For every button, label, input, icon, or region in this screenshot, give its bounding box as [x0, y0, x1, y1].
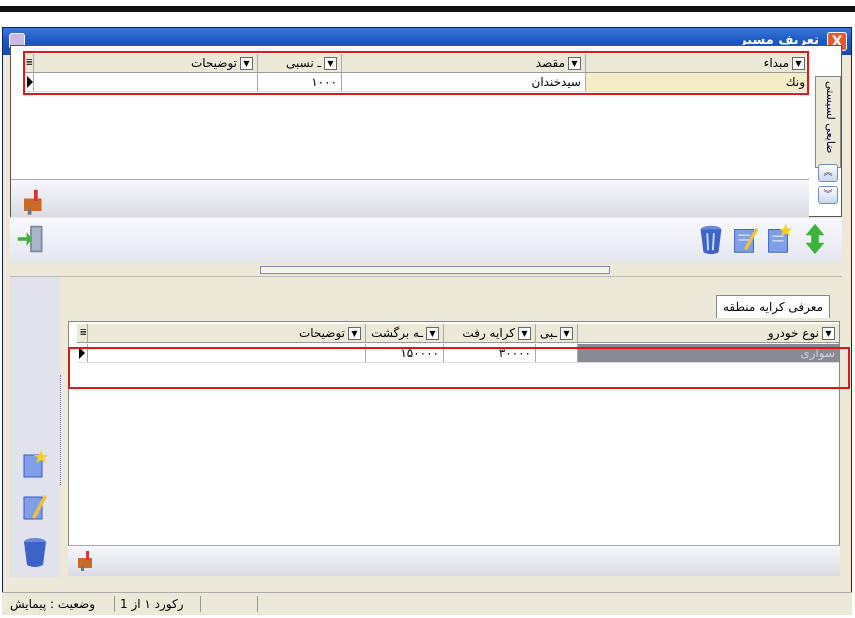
exit-icon[interactable] [16, 222, 46, 256]
dropdown-arrow-icon[interactable]: ▼ [426, 327, 439, 340]
col-vehicle-type[interactable]: ▼نوع خودرو [577, 324, 839, 342]
tab-regional-fare[interactable]: معرفی کرایه منطقه [715, 295, 830, 318]
grid-menu-icon[interactable]: ≣ [77, 324, 87, 342]
mailbox-icon[interactable] [74, 548, 98, 572]
top-border [0, 6, 855, 12]
fares-toolbar [68, 545, 840, 576]
status-record: رکورد ۱ از 1 [120, 597, 184, 611]
fares-panel: معرفی کرایه منطقه ≣ ▼نوع خودرو ▼ـبی ▼کرا… [10, 276, 850, 577]
routes-toolbar [11, 179, 809, 217]
dropdown-arrow-icon[interactable]: ▼ [348, 327, 361, 340]
status-separator [114, 596, 115, 612]
col-fare-return[interactable]: ▼ـه برگشت [365, 324, 443, 342]
side-tab[interactable]: ضایعی لسیستی [815, 76, 841, 168]
scroll-up-button[interactable]: ︽ [818, 164, 838, 182]
status-state: وضعیت : پیمایش [10, 597, 96, 611]
mailbox-icon[interactable] [19, 184, 49, 218]
new-icon[interactable] [764, 222, 794, 256]
trash-icon[interactable] [696, 222, 726, 256]
dropdown-arrow-icon[interactable]: ▼ [822, 327, 835, 340]
status-bar: وضعیت : پیمایش رکورد ۱ از 1 [2, 592, 852, 615]
col-partial[interactable]: ▼ـبی [535, 324, 577, 342]
dropdown-arrow-icon[interactable]: ▼ [518, 327, 531, 340]
edit-icon[interactable] [20, 491, 50, 523]
new-icon[interactable] [20, 449, 50, 481]
trash-icon[interactable] [20, 535, 50, 569]
routes-panel: ≣ ▼مبداء ▼مقصد ▼ـ نسبی ▼توضیحات ونك سيدخ… [10, 45, 842, 217]
status-separator [200, 596, 201, 612]
edit-icon[interactable] [730, 222, 760, 256]
left-rail [10, 277, 60, 577]
move-icon[interactable] [800, 222, 830, 256]
splitter-handle[interactable] [260, 266, 610, 274]
dropdown-arrow-icon[interactable]: ▼ [560, 327, 573, 340]
action-bar [10, 218, 842, 262]
scroll-down-button[interactable]: ︾ [818, 186, 838, 204]
status-separator [257, 596, 258, 612]
highlight-box [23, 51, 809, 95]
col-notes[interactable]: ▼توضیحات [87, 324, 365, 342]
highlight-box [68, 347, 850, 389]
col-fare-go[interactable]: ▼کرایه رفت [443, 324, 535, 342]
fares-grid-header: ≣ ▼نوع خودرو ▼ـبی ▼کرایه رفت ▼ـه برگشت ▼… [77, 324, 839, 343]
